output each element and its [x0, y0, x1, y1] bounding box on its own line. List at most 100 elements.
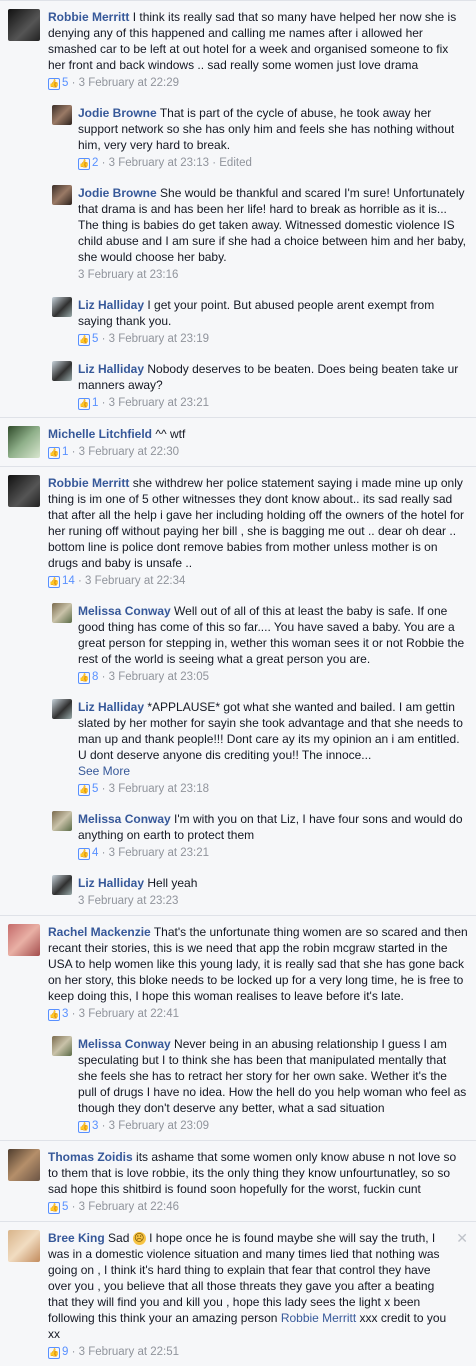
comment-timestamp[interactable]: 3 February at 23:23	[78, 895, 178, 907]
comment: Rachel Mackenzie That's the unfortunate …	[0, 915, 476, 1028]
comment: Bree King Sad ☹ I hope once he is found …	[0, 1221, 476, 1366]
comment-meta: 👍 5 · 3 February at 23:19	[78, 333, 210, 346]
comment-meta: 👍 8 · 3 February at 23:05	[78, 671, 210, 684]
like-count[interactable]: 👍 5	[78, 333, 98, 346]
thumbs-up-icon: 👍	[78, 1121, 90, 1133]
avatar[interactable]	[52, 811, 72, 831]
reply: Liz Halliday Nobody deserves to be beate…	[0, 353, 476, 417]
reply: Jodie Browne She would be thankful and s…	[0, 177, 476, 289]
comment-meta: 👍 1 · 3 February at 23:21	[78, 397, 210, 410]
comment: Michelle Litchfield ^^ wtf 👍 1 · 3 Februa…	[0, 417, 476, 466]
comment-timestamp[interactable]: 3 February at 22:41	[79, 1008, 179, 1020]
like-count[interactable]: 👍 8	[78, 671, 98, 684]
like-count[interactable]: 👍 1	[48, 446, 68, 459]
comment-timestamp[interactable]: 3 February at 23:13	[109, 157, 209, 169]
like-count[interactable]: 👍 5	[48, 1201, 68, 1214]
comment-meta: 👍 4 · 3 February at 23:21	[78, 847, 210, 860]
reply: Liz Halliday Hell yeah 3 February at 23:…	[0, 867, 476, 915]
avatar[interactable]	[52, 297, 72, 317]
comment-meta: 👍 5 · 3 February at 23:18	[78, 783, 210, 796]
comment-author[interactable]: Liz Halliday	[78, 362, 144, 376]
like-count[interactable]: 👍 5	[78, 783, 98, 796]
comment-author[interactable]: Michelle Litchfield	[48, 427, 152, 441]
thumbs-up-icon: 👍	[48, 1347, 60, 1359]
thumbs-up-icon: 👍	[48, 576, 60, 588]
comment-timestamp[interactable]: 3 February at 22:46	[79, 1201, 179, 1213]
thumbs-up-icon: 👍	[78, 158, 90, 170]
comment: Robbie Merritt she withdrew her police s…	[0, 466, 476, 595]
comment: Thomas Zoidis its ashame that some women…	[0, 1140, 476, 1221]
comment-author[interactable]: Liz Halliday	[78, 876, 144, 890]
comment-timestamp[interactable]: 3 February at 23:21	[109, 847, 209, 859]
comment-meta: 👍 3 · 3 February at 23:09	[78, 1120, 210, 1133]
frown-emoji-icon: ☹	[132, 1232, 146, 1246]
comment-meta: 👍 1 · 3 February at 22:30	[48, 446, 180, 459]
avatar[interactable]	[8, 9, 40, 41]
avatar[interactable]	[52, 185, 72, 205]
comment-author[interactable]: Liz Halliday	[78, 700, 144, 714]
reply: Liz Halliday I get your point. But abuse…	[0, 289, 476, 353]
like-count[interactable]: 👍 4	[78, 847, 98, 860]
like-count[interactable]: 👍 9	[48, 1346, 68, 1359]
comment-text-start: Sad	[108, 1231, 130, 1245]
reply: Melissa Conway Never being in an abusing…	[0, 1028, 476, 1140]
comment-meta: 👍 5 · 3 February at 22:29	[48, 77, 180, 90]
comment-meta: 👍 5 · 3 February at 22:46	[48, 1201, 180, 1214]
comment-text: she withdrew her police statement saying…	[48, 476, 465, 570]
avatar[interactable]	[52, 875, 72, 895]
thumbs-up-icon: 👍	[48, 1202, 60, 1214]
comment-meta: 👍 2 · 3 February at 23:13 · Edited	[78, 157, 252, 170]
like-count[interactable]: 👍 2	[78, 157, 98, 170]
avatar[interactable]	[52, 1036, 72, 1056]
like-count[interactable]: 👍 3	[48, 1008, 68, 1021]
thumbs-up-icon: 👍	[48, 1009, 60, 1021]
thumbs-up-icon: 👍	[78, 784, 90, 796]
like-count[interactable]: 👍 5	[48, 77, 68, 90]
comment-author[interactable]: Rachel Mackenzie	[48, 925, 151, 939]
comment-author[interactable]: Bree King	[48, 1231, 105, 1245]
like-count[interactable]: 👍 14	[48, 575, 75, 588]
comment-timestamp[interactable]: 3 February at 22:29	[79, 77, 179, 89]
mention-link[interactable]: Robbie Merritt	[281, 1311, 356, 1325]
avatar[interactable]	[52, 699, 72, 719]
comment-timestamp[interactable]: 3 February at 22:30	[79, 446, 179, 458]
comment-author[interactable]: Thomas Zoidis	[48, 1150, 133, 1164]
comment-author[interactable]: Robbie Merritt	[48, 10, 129, 24]
comment-timestamp[interactable]: 3 February at 23:19	[109, 333, 209, 345]
thumbs-up-icon: 👍	[78, 672, 90, 684]
like-count[interactable]: 👍 3	[78, 1120, 98, 1133]
comment-timestamp[interactable]: 3 February at 23:05	[109, 671, 209, 683]
thumbs-up-icon: 👍	[78, 398, 90, 410]
comment-timestamp[interactable]: 3 February at 23:16	[78, 269, 178, 281]
comment-timestamp[interactable]: 3 February at 23:09	[109, 1120, 209, 1132]
comment-timestamp[interactable]: 3 February at 22:51	[79, 1346, 179, 1358]
avatar[interactable]	[8, 475, 40, 507]
avatar[interactable]	[52, 105, 72, 125]
like-count[interactable]: 👍 1	[78, 397, 98, 410]
comment-text: Hell yeah	[147, 876, 198, 890]
avatar[interactable]	[8, 1230, 40, 1262]
comment-author[interactable]: Liz Halliday	[78, 298, 144, 312]
comment-author[interactable]: Jodie Browne	[78, 186, 157, 200]
reply: Melissa Conway Well out of all of this a…	[0, 595, 476, 691]
comment-author[interactable]: Melissa Conway	[78, 812, 171, 826]
comment-author[interactable]: Melissa Conway	[78, 1037, 171, 1051]
comment-timestamp[interactable]: 3 February at 23:21	[109, 397, 209, 409]
see-more-link[interactable]: See More	[78, 763, 468, 779]
edited-label[interactable]: Edited	[219, 157, 252, 169]
thumbs-up-icon: 👍	[78, 848, 90, 860]
avatar[interactable]	[52, 361, 72, 381]
avatar[interactable]	[8, 1149, 40, 1181]
comment-author[interactable]: Robbie Merritt	[48, 476, 129, 490]
avatar[interactable]	[8, 924, 40, 956]
avatar[interactable]	[52, 603, 72, 623]
avatar[interactable]	[8, 426, 40, 458]
reply: Jodie Browne That is part of the cycle o…	[0, 97, 476, 177]
comment-author[interactable]: Melissa Conway	[78, 604, 171, 618]
comment-timestamp[interactable]: 3 February at 22:34	[85, 575, 185, 587]
comment-meta: 👍 9 · 3 February at 22:51	[48, 1346, 180, 1359]
comment-timestamp[interactable]: 3 February at 23:18	[109, 783, 209, 795]
thumbs-up-icon: 👍	[48, 78, 60, 90]
comment: Robbie Merritt I think its really sad th…	[0, 0, 476, 97]
comment-author[interactable]: Jodie Browne	[78, 106, 157, 120]
